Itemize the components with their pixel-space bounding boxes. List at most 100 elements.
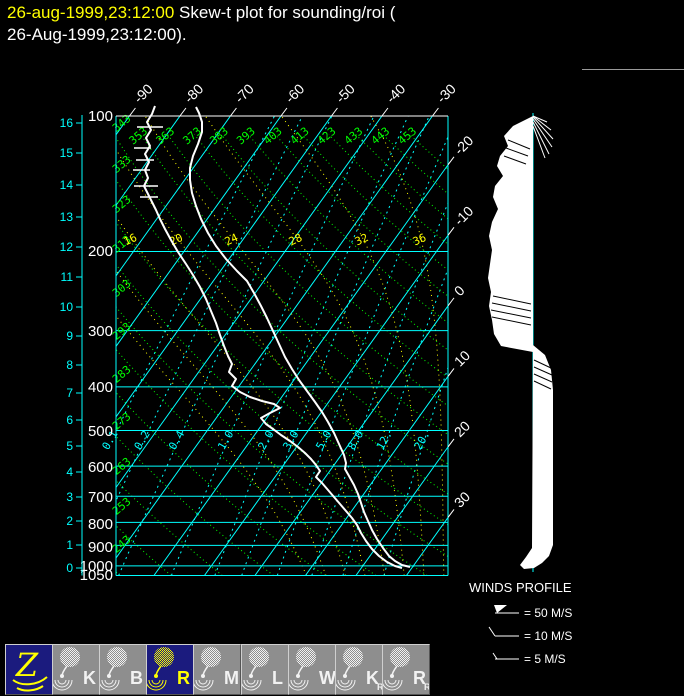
toolbar-button-label: L: [272, 668, 283, 688]
height-label: 0: [66, 561, 73, 575]
toolbar-button-kr[interactable]: KR: [335, 644, 383, 695]
right-axis-label: -20: [451, 132, 477, 158]
mixing-ratio-label: 0.4: [166, 428, 187, 452]
mixing-ratio-line: [242, 116, 430, 576]
skewt-canvas: 3533633733833934034134234334434533433333…: [0, 0, 684, 696]
height-label: 9: [66, 329, 73, 343]
dry-adiabat-line: [0, 135, 376, 576]
height-label: 13: [60, 210, 74, 224]
dry-adiabat-label: 323: [110, 193, 134, 216]
pressure-label: 900: [88, 539, 113, 556]
isotherm-line: [154, 116, 483, 576]
top-axis-tick: [382, 108, 388, 116]
app-logo-icon: Z: [6, 645, 52, 693]
dry-adiabat-line: [195, 135, 684, 576]
moist-adiabat-line: [58, 116, 345, 576]
top-axis-label: -80: [181, 80, 207, 106]
dry-adiabat-line: [114, 135, 632, 576]
right-axis-tick: [448, 227, 454, 235]
toolbar-button-l[interactable]: L: [241, 644, 289, 695]
right-axis-label: 30: [451, 488, 473, 510]
pressure-label: 600: [88, 459, 113, 476]
height-label: 2: [66, 514, 73, 528]
wind-barbs-lower: [520, 345, 553, 569]
dry-adiabat-label: 263: [110, 455, 134, 478]
toolbar-button-label: K: [83, 668, 96, 688]
dry-adiabat-line: [33, 135, 478, 576]
right-axis-label: 20: [451, 418, 473, 440]
height-label: 8: [66, 358, 73, 372]
mixing-ratio-label: 5.0: [313, 428, 334, 452]
dry-adiabat-label: 333: [110, 153, 134, 176]
toolbar-button-w[interactable]: W: [288, 644, 336, 695]
top-axis-label: -40: [383, 80, 409, 106]
top-axis-tick: [331, 108, 337, 116]
radiosonde-balloon-icon: W: [289, 645, 335, 693]
toolbar-button-label: M: [224, 668, 239, 688]
top-axis-label: -90: [130, 80, 156, 106]
height-label: 3: [66, 490, 73, 504]
dry-adiabat-label: 283: [110, 363, 134, 386]
mixing-ratio-label: 12.: [374, 428, 395, 452]
toolbar-button-rr[interactable]: RR: [382, 644, 430, 695]
top-axis-label: -30: [433, 80, 459, 106]
wind-flag-symbol: [494, 605, 507, 613]
top-axis-tick: [230, 108, 236, 116]
mixing-ratio-line: [171, 116, 374, 576]
dry-adiabat-label: 293: [110, 320, 134, 343]
toolbar-button-sublabel: R: [424, 682, 429, 692]
wind-legend-label: = 50 M/S: [524, 606, 572, 620]
height-label: 14: [60, 178, 74, 192]
top-axis-label: -60: [282, 80, 308, 106]
dry-adiabat-label: 453: [396, 125, 420, 148]
height-label: 7: [66, 386, 73, 400]
temperature-trace: [190, 107, 410, 567]
right-axis-tick: [448, 298, 454, 306]
dry-adiabat-label: 243: [110, 533, 134, 556]
pressure-label: 300: [88, 323, 113, 340]
top-axis-tick: [281, 108, 287, 116]
moist-adiabat-line: [281, 116, 424, 576]
height-label: 5: [66, 439, 73, 453]
isotherm-line: [305, 116, 634, 576]
toolbar-button-label: B: [130, 668, 143, 688]
dry-adiabat-line: [275, 135, 684, 576]
dry-adiabat-line: [302, 135, 684, 576]
toolbar-button-b[interactable]: B: [99, 644, 147, 695]
mixing-ratio-label: 1.0: [215, 428, 236, 452]
toolbar-button-r[interactable]: R: [146, 644, 194, 695]
dry-adiabat-line: [0, 135, 325, 576]
toolbar: ZKBRMLWKRRR: [0, 643, 684, 696]
dry-adiabat-line: [0, 135, 120, 576]
winds-profile-title: WINDS PROFILE: [469, 580, 572, 595]
moist-adiabat-line: [371, 116, 444, 576]
radiosonde-balloon-icon: R: [147, 645, 193, 693]
dry-adiabat-label: 253: [110, 495, 134, 518]
wind-barb-symbol: [489, 627, 495, 636]
dry-adiabat-label: 273: [110, 410, 134, 433]
mixing-ratio-line: [119, 116, 332, 576]
height-label: 15: [60, 146, 74, 160]
pressure-label: 700: [88, 489, 113, 506]
dry-adiabat-label: 403: [261, 125, 285, 148]
radiosonde-balloon-icon: KR: [336, 645, 382, 693]
top-axis-label: -50: [332, 80, 358, 106]
height-label: 10: [60, 300, 74, 314]
moist-adiabat-label: 36: [411, 231, 429, 248]
toolbar-button-k[interactable]: K: [52, 644, 100, 695]
wind-legend-label: = 10 M/S: [524, 629, 572, 643]
top-axis-label: -70: [231, 80, 257, 106]
height-label: 6: [66, 413, 73, 427]
pressure-label: 200: [88, 243, 113, 260]
height-label: 1: [66, 538, 73, 552]
mixing-ratio-label: 0.2: [132, 428, 153, 452]
right-axis-tick: [448, 157, 454, 165]
right-axis-label: 0: [451, 282, 468, 299]
pressure-label: 100: [88, 108, 113, 125]
mixing-ratio-label: 8.0: [345, 428, 366, 452]
toolbar-button-m[interactable]: M: [193, 644, 241, 695]
toolbar-button-logo[interactable]: Z: [5, 644, 53, 695]
right-axis-tick: [448, 368, 454, 376]
pressure-label: 500: [88, 423, 113, 440]
dry-adiabat-line: [0, 135, 274, 576]
